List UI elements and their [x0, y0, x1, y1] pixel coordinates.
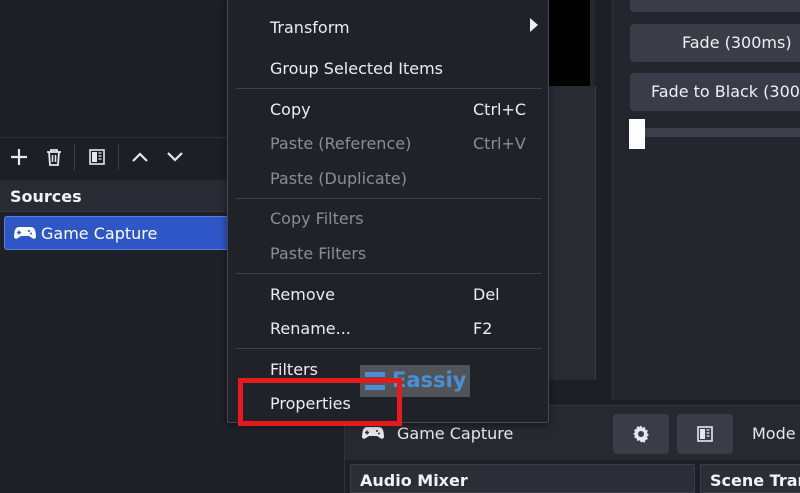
shortcut-paste: Ctrl+V — [473, 134, 526, 153]
transition-slider-track[interactable] — [636, 128, 800, 137]
filter-icon — [697, 426, 713, 442]
source-item-label: Game Capture — [41, 224, 158, 243]
audio-mixer-dock-title: Audio Mixer — [350, 464, 695, 493]
menu-item-paste-reference[interactable]: Paste (Reference) — [270, 134, 411, 153]
mode-label: Mode — [752, 424, 796, 443]
source-properties-button[interactable] — [613, 414, 669, 454]
gamepad-icon — [14, 227, 36, 239]
sources-title: Sources — [10, 187, 82, 206]
menu-item-copy-filters[interactable]: Copy Filters — [270, 209, 364, 228]
fade-transition-button[interactable]: Fade (300ms) — [630, 24, 800, 62]
preview-canvas-border — [548, 86, 596, 380]
source-filters-button[interactable] — [677, 414, 733, 454]
menu-item-remove[interactable]: Remove — [270, 285, 335, 304]
toolbar-divider — [74, 144, 75, 170]
menu-separator — [236, 88, 542, 89]
fade-to-black-transition-button[interactable]: Fade to Black (300m — [630, 73, 800, 111]
arrow-up-icon[interactable] — [131, 148, 149, 166]
plus-icon[interactable] — [10, 148, 28, 166]
menu-item-group-selected[interactable]: Group Selected Items — [270, 59, 443, 78]
transition-button-top[interactable] — [630, 0, 800, 12]
menu-item-transform[interactable]: Transform — [270, 18, 350, 37]
properties-highlight-box — [238, 378, 402, 426]
shortcut-rename: F2 — [473, 319, 493, 338]
menu-item-paste-duplicate[interactable]: Paste (Duplicate) — [270, 169, 407, 188]
toolbar-divider — [118, 144, 119, 170]
menu-item-filters[interactable]: Filters — [270, 360, 318, 379]
context-source-name: Game Capture — [397, 424, 514, 443]
transition-slider-handle[interactable] — [629, 119, 645, 149]
menu-separator — [236, 198, 542, 199]
shortcut-copy: Ctrl+C — [473, 100, 527, 119]
trash-icon[interactable] — [45, 148, 63, 166]
menu-item-rename[interactable]: Rename... — [270, 319, 351, 338]
arrow-down-icon[interactable] — [166, 148, 184, 166]
submenu-arrow-icon — [530, 18, 538, 32]
source-context-menu: Transform Group Selected Items Copy Ctrl… — [227, 0, 549, 423]
shortcut-remove: Del — [473, 285, 500, 304]
scenes-toolbar — [0, 137, 230, 175]
filter-icon[interactable] — [88, 148, 106, 166]
scene-transitions-dock-title: Scene Trans — [700, 464, 800, 493]
menu-item-copy[interactable]: Copy — [270, 100, 311, 119]
menu-item-paste-filters[interactable]: Paste Filters — [270, 244, 366, 263]
gamepad-icon — [362, 427, 384, 439]
preview-canvas — [548, 0, 590, 86]
menu-separator — [236, 348, 542, 349]
menu-separator — [236, 273, 542, 274]
gear-icon — [633, 425, 649, 443]
source-item-game-capture[interactable]: Game Capture — [4, 216, 244, 250]
scenes-list-panel — [0, 0, 230, 137]
sources-dock-header: Sources — [0, 180, 230, 212]
watermark-text: Eassiy — [392, 368, 467, 392]
